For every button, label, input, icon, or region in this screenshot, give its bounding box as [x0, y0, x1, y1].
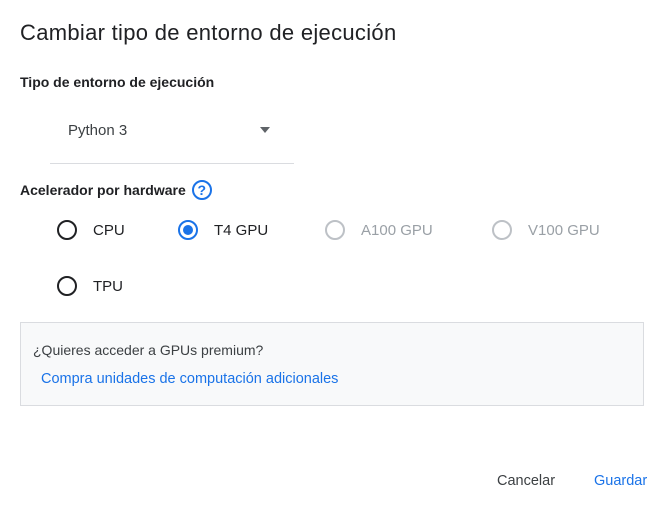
radio-v100-gpu: V100 GPU [492, 215, 600, 245]
help-icon[interactable]: ? [191, 180, 212, 200]
radio-tpu[interactable]: TPU [57, 271, 123, 301]
radio-t4-gpu[interactable]: T4 GPU [178, 215, 268, 245]
radio-label: TPU [93, 277, 123, 295]
buy-compute-units-link[interactable]: Compra unidades de computación adicional… [41, 371, 338, 387]
runtime-type-dialog: Cambiar tipo de entorno de ejecución Tip… [0, 0, 668, 505]
save-button[interactable]: Guardar [594, 473, 647, 489]
dropdown-caret-icon [260, 127, 270, 133]
runtime-type-label: Tipo de entorno de ejecución [20, 74, 215, 90]
radio-label: V100 GPU [528, 221, 600, 239]
accelerator-options-row-1: CPU T4 GPU A100 GPU V100 GPU [0, 215, 668, 245]
runtime-type-value: Python 3 [68, 122, 128, 139]
radio-circle-icon [57, 276, 77, 296]
radio-label: T4 GPU [214, 221, 269, 239]
hardware-accelerator-label-row: Acelerador por hardware ? [20, 180, 212, 200]
hardware-accelerator-label: Acelerador por hardware [20, 182, 186, 198]
radio-circle-icon [325, 220, 345, 240]
runtime-type-select[interactable]: Python 3 [50, 110, 294, 164]
radio-label: CPU [93, 221, 125, 239]
premium-question: ¿Quieres acceder a GPUs premium? [33, 342, 264, 358]
accelerator-options-row-2: TPU [0, 271, 668, 301]
cancel-button[interactable]: Cancelar [497, 473, 555, 489]
dialog-title: Cambiar tipo de entorno de ejecución [20, 20, 397, 45]
premium-gpu-panel: ¿Quieres acceder a GPUs premium? Compra … [20, 322, 644, 406]
radio-a100-gpu: A100 GPU [325, 215, 433, 245]
radio-label: A100 GPU [361, 221, 433, 239]
radio-circle-icon [492, 220, 512, 240]
radio-checked-icon [178, 220, 198, 240]
radio-circle-icon [57, 220, 77, 240]
radio-cpu[interactable]: CPU [57, 215, 125, 245]
